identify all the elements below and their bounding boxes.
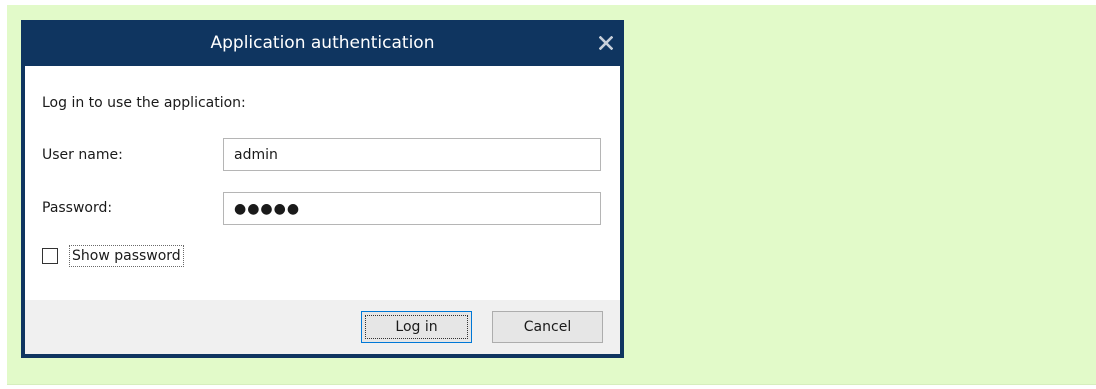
authentication-dialog: Application authentication Log in to use… [21, 20, 624, 358]
close-icon [599, 36, 613, 50]
cancel-button[interactable]: Cancel [492, 311, 603, 343]
dialog-title: Application authentication [210, 33, 435, 53]
dialog-footer: Log in Cancel [25, 300, 620, 354]
instruction-text: Log in to use the application: [42, 95, 246, 111]
username-label: User name: [42, 147, 123, 163]
show-password-checkbox[interactable] [42, 248, 58, 264]
show-password-label[interactable]: Show password [69, 245, 184, 267]
close-button[interactable] [592, 29, 620, 57]
password-input[interactable] [223, 192, 601, 225]
password-label: Password: [42, 200, 113, 216]
username-input[interactable] [223, 138, 601, 171]
dialog-body: Log in to use the application: User name… [25, 66, 620, 300]
dialog-titlebar: Application authentication [21, 20, 624, 66]
login-button-label: Log in [395, 319, 438, 335]
login-button[interactable]: Log in [361, 311, 472, 343]
